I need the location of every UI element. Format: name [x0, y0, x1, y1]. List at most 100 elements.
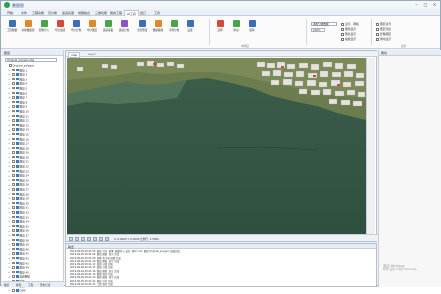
panel-tab[interactable]: 属性: [16, 283, 21, 287]
checkbox-icon[interactable]: [12, 224, 15, 228]
ribbon-button[interactable]: 设置: [183, 20, 197, 42]
checkbox-icon[interactable]: [12, 137, 15, 140]
ribbon-button[interactable]: 工程数据: [5, 20, 19, 42]
ribbon-button[interactable]: 数据编辑: [151, 20, 165, 42]
ribbon-button[interactable]: 中分分类: [69, 20, 83, 42]
full-extent-icon[interactable]: [87, 236, 91, 241]
checkbox-icon[interactable]: [12, 73, 15, 76]
layer-tab[interactable]: Layer: [88, 52, 96, 56]
checkbox-icon[interactable]: [12, 252, 15, 255]
checkbox-icon[interactable]: [12, 201, 15, 205]
ribbon-button[interactable]: 光谱增强: [135, 20, 149, 42]
classification-combo[interactable]: 通用分类数据: [311, 22, 337, 26]
checkbox-icon[interactable]: [12, 119, 15, 122]
expand-icon[interactable]: +: [8, 289, 11, 294]
checkbox-icon[interactable]: [12, 192, 15, 196]
identify-icon[interactable]: [93, 236, 97, 241]
option-zoom[interactable]: 缩放显示: [341, 37, 356, 41]
checkbox-icon[interactable]: [12, 128, 15, 131]
checkbox-icon[interactable]: [12, 123, 15, 127]
checkbox-icon[interactable]: [12, 132, 15, 136]
layer-align-option[interactable]: 图层对齐: [376, 22, 391, 26]
panel-tab[interactable]: 图层: [4, 283, 9, 287]
checkbox-icon[interactable]: [12, 142, 15, 145]
checkbox-icon[interactable]: [12, 91, 15, 95]
swipe-option[interactable]: 卷帘显示: [376, 37, 391, 41]
close-button[interactable]: ✕: [431, 2, 438, 8]
map-canvas[interactable]: [67, 58, 366, 235]
ribbon-button[interactable]: 中分图层: [85, 20, 99, 42]
layer-label: 图斑 10: [19, 110, 29, 114]
checkbox-icon[interactable]: [12, 229, 15, 232]
checkbox-icon[interactable]: [12, 165, 15, 168]
zoom-in-icon[interactable]: [69, 236, 73, 241]
checkbox-icon[interactable]: [12, 289, 15, 292]
checkbox-icon[interactable]: [12, 266, 15, 269]
checkbox-icon[interactable]: [12, 82, 15, 85]
checkbox-icon[interactable]: [12, 233, 15, 237]
ribbon-button[interactable]: 选择: [213, 20, 227, 42]
checkbox-icon[interactable]: [12, 174, 15, 177]
ribbon-button[interactable]: 导出遥感: [53, 20, 67, 42]
checkbox-icon[interactable]: [12, 256, 15, 260]
ribbon-button-label: 中分分类: [70, 29, 82, 32]
checkbox-icon[interactable]: [12, 220, 15, 223]
panel-tab[interactable]: 工程: [28, 283, 33, 287]
ribbon-button[interactable]: 移动: [229, 20, 243, 42]
checkbox-icon[interactable]: [12, 169, 15, 173]
checkbox-icon[interactable]: [9, 64, 12, 67]
checkbox-icon[interactable]: [12, 68, 15, 72]
checkbox-icon[interactable]: [12, 238, 15, 242]
layer-icon: [15, 188, 19, 191]
image-layer-option[interactable]: 影像图层: [376, 32, 391, 36]
layer-label: 图斑 22: [19, 165, 29, 169]
ribbon-button[interactable]: 旋转: [245, 20, 259, 42]
checkbox-icon[interactable]: [12, 86, 15, 90]
maximize-button[interactable]: □: [422, 2, 429, 8]
checkbox-icon[interactable]: [12, 206, 15, 209]
checkbox-icon[interactable]: [12, 151, 15, 154]
properties-panel: 属性 激活 Windows 转到“设置”以激活 Windows。: [378, 50, 441, 287]
ribbon-button[interactable]: 切换数据源: [21, 20, 35, 42]
checkbox-icon[interactable]: [12, 243, 15, 246]
layer-search-input[interactable]: Original_polygon.shp: [5, 58, 57, 62]
zoom-out-icon[interactable]: [75, 236, 79, 241]
checkbox-icon[interactable]: [12, 215, 15, 219]
option-grid[interactable]: 显示 · 网格: [341, 22, 359, 26]
ribbon-button[interactable]: 遥感采集: [101, 20, 115, 42]
pan-icon[interactable]: [81, 236, 85, 241]
ribbon-button[interactable]: 影像导入: [37, 20, 51, 42]
checkbox-icon[interactable]: [12, 160, 15, 163]
refresh-icon[interactable]: [105, 236, 109, 241]
checkbox-icon[interactable]: [12, 105, 15, 108]
checkbox-icon[interactable]: [12, 270, 15, 274]
panel-tab[interactable]: 历史记录: [40, 283, 50, 287]
checkbox-icon[interactable]: [12, 183, 15, 186]
checkbox-icon[interactable]: [12, 109, 15, 113]
checkbox-icon[interactable]: [12, 261, 15, 265]
checkbox-icon[interactable]: [12, 275, 15, 278]
ribbon-button-label: 导出遥感: [54, 29, 66, 32]
checkbox-icon[interactable]: [12, 100, 15, 104]
measure-icon[interactable]: [99, 236, 103, 241]
checkbox-icon[interactable]: [12, 77, 15, 81]
option-legend[interactable]: 图例显示: [341, 27, 356, 31]
layer-icon: [15, 197, 19, 200]
checkbox-icon[interactable]: [12, 188, 15, 191]
layer-browse-option[interactable]: 图层浏览: [376, 27, 391, 31]
map-vertical-scrollbar[interactable]: [366, 58, 375, 235]
zoom-combo[interactable]: 100%: [311, 28, 325, 32]
checkbox-icon[interactable]: [12, 146, 15, 150]
checkbox-icon[interactable]: [12, 178, 15, 182]
checkbox-icon[interactable]: [12, 114, 15, 118]
ribbon-button[interactable]: 平滑分类: [167, 20, 181, 42]
checkbox-icon[interactable]: [12, 197, 15, 200]
checkbox-icon[interactable]: [12, 247, 15, 251]
option-refresh[interactable]: 刷新显示: [341, 32, 356, 36]
checkbox-icon[interactable]: [12, 155, 15, 159]
ribbon-button[interactable]: 遥感分类: [117, 20, 131, 42]
checkbox-icon[interactable]: [12, 211, 15, 214]
layer-tree-item[interactable]: + DSM: [5, 289, 63, 294]
minimize-button[interactable]: –: [413, 2, 420, 8]
checkbox-icon[interactable]: [12, 96, 15, 99]
